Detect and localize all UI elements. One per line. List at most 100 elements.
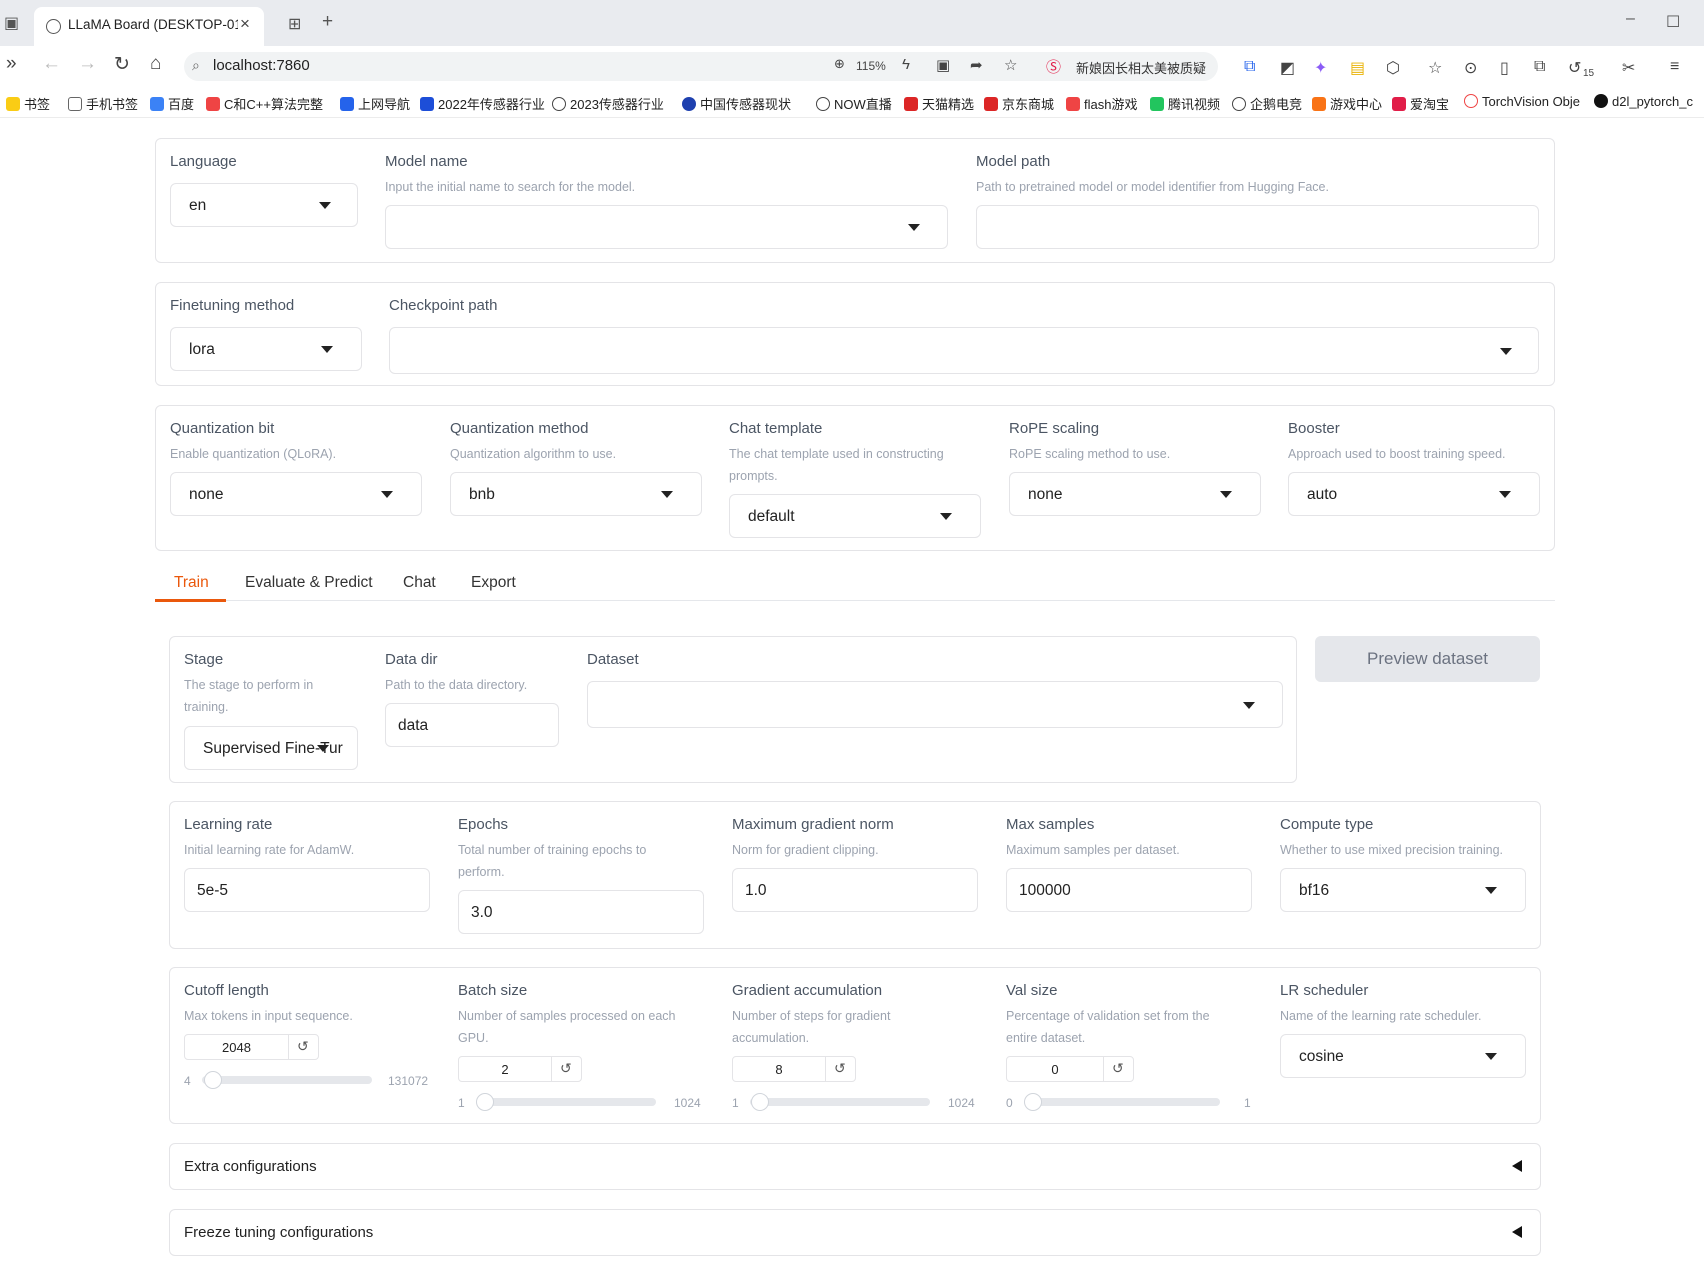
slider-handle[interactable] [204,1071,223,1089]
tab-export[interactable]: Export [471,574,516,592]
bookmark-item[interactable]: 2023传感器行业 [552,94,664,113]
quant-method-select[interactable]: bnb [450,472,702,516]
bookmark-item[interactable]: d2l_pytorch_c [1594,94,1693,109]
batch-number[interactable]: 2 ↺ [458,1056,582,1082]
sidebar-toggle-icon[interactable]: ▣ [4,13,19,33]
finetuning-select[interactable]: lora [170,327,362,371]
preview-dataset-button[interactable]: Preview dataset [1315,636,1540,682]
max-samples-input[interactable]: 100000 [1006,868,1252,912]
dataset-select[interactable] [587,681,1283,728]
slider-handle[interactable] [751,1093,770,1111]
val-size-number[interactable]: 0 ↺ [1006,1056,1134,1082]
bookmark-item[interactable]: 手机书签 [68,94,138,113]
extension-icon[interactable]: ⬡ [1386,58,1400,78]
bookmark-item[interactable]: flash游戏 [1066,94,1137,113]
language-select[interactable]: en [170,183,358,227]
star-icon[interactable]: ☆ [1428,58,1442,78]
expand-caret-icon[interactable] [1512,1226,1522,1238]
data-dir-input[interactable]: data [385,703,559,747]
extra-config-accordion[interactable]: Extra configurations [169,1143,1541,1190]
scissors-icon[interactable]: ✂ [1622,58,1635,78]
bookmark-item[interactable]: 游戏中心 [1312,94,1382,113]
ai-icon[interactable]: ✦ [1314,58,1327,78]
tab-chat[interactable]: Chat [403,574,436,592]
slider-handle[interactable] [476,1093,495,1111]
reset-icon[interactable]: ↺ [834,1060,846,1077]
browser-toolbar: » ← → ↻ ⌂ ⌕ localhost:7860 ⊕ 115% ϟ ▣ ➦ … [0,46,1704,86]
checkpoint-select[interactable] [389,327,1539,374]
news-ticker[interactable]: 新娘因长相太美被质疑 [1076,58,1206,77]
quant-bit-select[interactable]: none [170,472,422,516]
history-icon[interactable]: ↺ [1568,58,1581,78]
reset-icon[interactable]: ↺ [560,1060,572,1077]
minimize-icon[interactable]: – [1626,10,1635,28]
tab-train[interactable]: Train [174,574,209,592]
max-grad-norm-input[interactable]: 1.0 [732,868,978,912]
learning-rate-input[interactable]: 5e-5 [184,868,430,912]
bookmark-item[interactable]: C和C++算法完整 [206,94,323,113]
lightning-icon[interactable]: ϟ [902,56,910,73]
download-icon[interactable]: ⊙ [1464,58,1477,78]
bookmark-icon[interactable]: ▯ [1500,58,1509,78]
reader-icon[interactable]: ▣ [936,56,950,74]
bookmark-item[interactable]: 上网导航 [340,94,410,113]
bookmark-item[interactable]: 中国传感器现状 [682,94,791,113]
reset-icon[interactable]: ↺ [297,1038,309,1055]
slider-handle[interactable] [1024,1093,1042,1111]
share-icon[interactable]: ➦ [970,56,983,74]
bookmark-item[interactable]: 书签 [6,94,50,113]
folder-icon[interactable]: ▤ [1350,58,1365,78]
lr-scheduler-select[interactable]: cosine [1280,1034,1526,1078]
favorite-icon[interactable]: ☆ [1004,56,1017,74]
close-tab-icon[interactable]: × [240,14,250,34]
model-name-select[interactable] [385,205,948,249]
grad-accum-slider[interactable] [750,1093,930,1111]
menu-icon[interactable]: ≡ [1670,58,1679,76]
stage-select[interactable]: Supervised Fine-Tur [184,726,358,770]
epochs-input[interactable]: 3.0 [458,890,704,934]
grad-accum-number[interactable]: 8 ↺ [732,1056,856,1082]
bookmark-item[interactable]: 爱淘宝 [1392,94,1449,113]
cutoff-hint: Max tokens in input sequence. [184,1009,353,1023]
reset-icon[interactable]: ↺ [1112,1060,1124,1077]
maximize-icon[interactable]: ☐ [1666,12,1680,32]
freeze-config-accordion[interactable]: Freeze tuning configurations [169,1209,1541,1256]
browser-tab[interactable]: LLaMA Board (DESKTOP-01M × [34,7,264,46]
bookmark-item[interactable]: 天猫精选 [904,94,974,113]
bookmark-item[interactable]: TorchVision Obje [1464,94,1580,109]
expand-caret-icon[interactable] [1512,1160,1522,1172]
bookmark-item[interactable]: 企鹅电竞 [1232,94,1302,113]
bookmark-item[interactable]: 百度 [150,94,194,113]
booster-select[interactable]: auto [1288,472,1540,516]
back-icon[interactable]: ← [42,53,61,75]
reload-icon[interactable]: ↻ [114,53,130,76]
tab-grid-icon[interactable]: ⊞ [288,14,301,34]
address-bar[interactable]: ⌕ localhost:7860 ⊕ 115% ϟ ▣ ➦ ☆ Ⓢ 新娘因长相太… [184,52,1218,81]
bookmark-item[interactable]: 2022年传感器行业 [420,94,545,113]
zoom-icon[interactable]: ⊕ [834,56,845,72]
home-icon[interactable]: ⌂ [150,53,161,75]
bookmark-item[interactable]: 腾讯视频 [1150,94,1220,113]
batch-slider[interactable] [476,1093,656,1111]
cutoff-slider[interactable] [202,1071,372,1089]
bookmark-item[interactable]: 京东商城 [984,94,1054,113]
chat-template-select[interactable]: default [729,494,981,538]
chevron-down-icon [1485,1053,1497,1060]
search-engine-icon[interactable]: Ⓢ [1046,56,1061,77]
tab-evaluate[interactable]: Evaluate & Predict [245,574,373,592]
forward-icon[interactable]: → [78,53,97,75]
stock-icon[interactable]: ◩ [1280,58,1295,78]
expand-icon[interactable]: » [6,53,17,75]
cutoff-number[interactable]: 2048 ↺ [184,1034,319,1060]
new-tab-icon[interactable]: + [322,11,333,33]
translate-icon[interactable]: ⧉ [1244,58,1255,76]
model-path-input[interactable] [976,205,1539,249]
max-grad-norm-label: Maximum gradient norm [732,816,894,833]
val-size-slider[interactable] [1024,1093,1220,1111]
compute-type-select[interactable]: bf16 [1280,868,1526,912]
batch-max: 1024 [674,1096,701,1110]
rope-select[interactable]: none [1009,472,1261,516]
chat-template-label: Chat template [729,420,823,437]
windows-icon[interactable]: ⧉ [1534,58,1545,76]
bookmark-item[interactable]: NOW直播 [816,94,892,113]
